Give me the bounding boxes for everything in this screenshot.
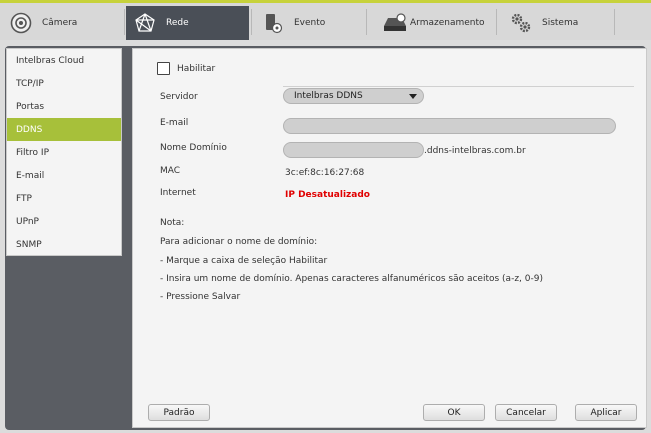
- tab-separator: [614, 9, 615, 35]
- sidebar-item-email[interactable]: E-mail: [7, 164, 121, 187]
- tab-camera[interactable]: Câmera: [10, 6, 122, 40]
- tab-separator: [366, 9, 367, 35]
- domain-label: Nome Domínio: [160, 143, 227, 153]
- enable-checkbox[interactable]: [157, 62, 170, 75]
- note-title: Nota:: [160, 218, 185, 228]
- divider: [283, 86, 634, 87]
- tab-storage[interactable]: Armazenamento: [382, 6, 492, 40]
- sidebar-item-upnp[interactable]: UPnP: [7, 210, 121, 233]
- sidebar-item-ip-filter[interactable]: Filtro IP: [7, 141, 121, 164]
- server-select-value: Intelbras DDNS: [294, 91, 363, 101]
- note-line: - Marque a caixa de seleção Habilitar: [160, 256, 328, 266]
- mac-value: 3c:ef:8c:16:27:68: [285, 168, 365, 178]
- sidebar-item-label: SNMP: [16, 239, 42, 250]
- sidebar-item-tcp-ip[interactable]: TCP/IP: [7, 72, 121, 95]
- storage-icon: [382, 12, 408, 34]
- sidebar-item-label: FTP: [16, 193, 32, 204]
- domain-suffix: .ddns-intelbras.com.br: [424, 146, 526, 156]
- sidebar-item-label: E-mail: [16, 170, 45, 181]
- ok-button[interactable]: OK: [423, 404, 485, 421]
- apply-button[interactable]: Aplicar: [575, 404, 637, 421]
- camera-icon: [10, 12, 32, 34]
- mac-label: MAC: [160, 166, 181, 176]
- tab-system[interactable]: Sistema: [510, 6, 610, 40]
- tab-separator: [251, 9, 252, 35]
- tab-label: Armazenamento: [410, 18, 485, 28]
- enable-label: Habilitar: [177, 64, 216, 74]
- sidebar-item-snmp[interactable]: SNMP: [7, 233, 121, 256]
- email-label: E-mail: [160, 118, 189, 128]
- sidebar-item-ftp[interactable]: FTP: [7, 187, 121, 210]
- email-field[interactable]: [283, 118, 616, 134]
- server-select[interactable]: Intelbras DDNS: [283, 88, 424, 104]
- sidebar-item-label: DDNS: [16, 124, 43, 135]
- chevron-down-icon: [409, 94, 417, 99]
- sidebar-item-label: UPnP: [16, 216, 39, 227]
- internet-status: IP Desatualizado: [285, 190, 370, 200]
- sidebar-item-intelbras-cloud[interactable]: Intelbras Cloud: [7, 49, 121, 72]
- cancel-button[interactable]: Cancelar: [495, 404, 557, 421]
- sidebar-item-label: TCP/IP: [16, 78, 44, 89]
- note-line: - Insira um nome de domínio. Apenas cara…: [160, 274, 543, 284]
- tab-label: Câmera: [42, 18, 78, 28]
- tab-label: Rede: [166, 18, 189, 28]
- internet-label: Internet: [160, 188, 196, 198]
- gear-icon: [510, 12, 532, 34]
- note-line: Para adicionar o nome de domínio:: [160, 237, 318, 247]
- sidebar: Intelbras Cloud TCP/IP Portas DDNS Filtr…: [6, 48, 122, 256]
- tab-event[interactable]: Evento: [262, 6, 362, 40]
- note-line: - Pressione Salvar: [160, 292, 241, 302]
- sidebar-item-label: Filtro IP: [16, 147, 50, 158]
- network-icon: [134, 12, 156, 34]
- sidebar-item-label: Portas: [16, 101, 45, 112]
- tab-label: Sistema: [542, 18, 579, 28]
- tab-separator: [124, 9, 125, 35]
- server-label: Servidor: [160, 92, 198, 102]
- tab-separator: [496, 9, 497, 35]
- domain-name-field[interactable]: [283, 142, 424, 158]
- sidebar-item-label: Intelbras Cloud: [16, 55, 85, 66]
- tab-network[interactable]: Rede: [126, 6, 249, 40]
- tab-label: Evento: [294, 18, 326, 28]
- sidebar-item-ports[interactable]: Portas: [7, 95, 121, 118]
- sidebar-item-ddns[interactable]: DDNS: [7, 118, 121, 141]
- event-icon: [262, 12, 284, 34]
- top-nav-bar: Câmera Rede Evento Armazenamento Sistema: [0, 0, 651, 40]
- default-button[interactable]: Padrão: [148, 404, 210, 421]
